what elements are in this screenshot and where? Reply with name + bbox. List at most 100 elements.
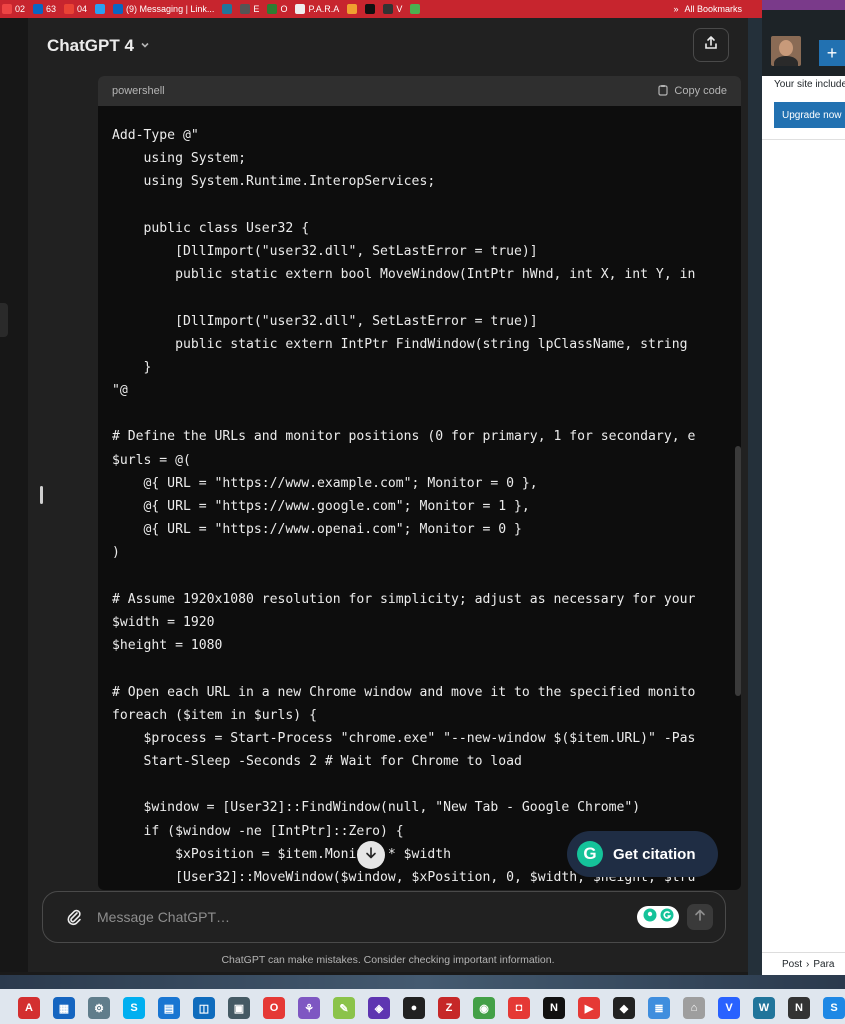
code-line: public static extern bool MoveWindow(Int…	[112, 267, 696, 283]
chevron-down-icon	[140, 40, 150, 53]
grammarly-g-icon	[660, 908, 674, 927]
code-line: @{ URL = "https://www.openai.com"; Monit…	[112, 522, 522, 538]
bookmark-item[interactable]	[410, 4, 421, 14]
bookmark-item[interactable]: P.A.R.A	[295, 4, 339, 14]
notion-icon[interactable]: N	[543, 997, 565, 1019]
clipboard-icon	[657, 84, 669, 99]
bookmark-label: P.A.R.A	[308, 4, 340, 14]
vs-icon[interactable]: V	[718, 997, 740, 1019]
upgrade-button[interactable]: Upgrade now	[774, 102, 845, 128]
linkedin-icon	[113, 4, 124, 14]
arrow-down-icon	[365, 846, 377, 864]
grammarly-icon	[643, 908, 657, 927]
bookmark-item[interactable]: 02	[2, 4, 25, 14]
share-button[interactable]	[693, 28, 729, 62]
plus-icon	[267, 4, 278, 14]
add-new-button[interactable]: +	[819, 40, 845, 66]
message-input[interactable]	[97, 909, 637, 925]
bookmark-item[interactable]: 04	[64, 4, 87, 14]
tab-icon	[240, 4, 251, 14]
bookmarks-bar: 02 63 04 (9) Messaging | Link... E O P.A.R.A V »…	[0, 0, 762, 18]
chrome-icon[interactable]: ◉	[473, 997, 495, 1019]
outlook-icon[interactable]: ◫	[193, 997, 215, 1019]
code-line: $window = [User32]::FindWindow(null, "Ne…	[112, 800, 641, 816]
bookmark-item[interactable]: V	[383, 4, 402, 14]
chat-main: ChatGPT 4 powershell Copy code Add-Type …	[28, 18, 748, 972]
get-citation-button[interactable]: G Get citation	[567, 831, 718, 877]
disclaimer-text: ChatGPT can make mistakes. Consider chec…	[221, 954, 555, 966]
youtube-icon[interactable]: ▶	[578, 997, 600, 1019]
bookmark-item[interactable]: E	[240, 4, 259, 14]
model-selector[interactable]: ChatGPT 4	[47, 36, 150, 56]
send-button[interactable]	[687, 904, 713, 930]
notepad-icon[interactable]: ≣	[648, 997, 670, 1019]
bookmark-item[interactable]	[365, 4, 376, 14]
wp-tab-strip	[762, 0, 845, 10]
notion-icon[interactable]: N	[788, 997, 810, 1019]
settings-icon[interactable]: ⚙	[88, 997, 110, 1019]
breadcrumb-post[interactable]: Post	[782, 959, 802, 970]
bookmark-item[interactable]	[95, 4, 106, 14]
tab-icon	[410, 4, 421, 14]
record-icon[interactable]: ●	[403, 997, 425, 1019]
code-scrollbar[interactable]	[735, 446, 741, 696]
notion-icon	[295, 4, 306, 14]
scroll-to-bottom-button[interactable]	[357, 841, 385, 869]
bookmark-label: 04	[77, 4, 88, 14]
python-icon[interactable]: ⚘	[298, 997, 320, 1019]
paperclip-icon[interactable]	[59, 908, 89, 926]
taskbar-icons: A▦⚙S▤◫▣O⚘✎◈●Z◉◘N▶◆≣⌂VWNSU	[0, 995, 845, 1021]
share-icon	[703, 35, 719, 56]
copy-code-label: Copy code	[674, 85, 727, 97]
skype-icon[interactable]: S	[123, 997, 145, 1019]
breadcrumb: Post › Para	[762, 952, 845, 975]
opera-icon[interactable]: O	[263, 997, 285, 1019]
code-line: # Open each URL in a new Chrome window a…	[112, 684, 696, 700]
code-line: Start-Sleep -Seconds 2 # Wait for Chrome…	[112, 754, 522, 770]
acrobat-icon[interactable]: A	[18, 997, 40, 1019]
bookmark-item[interactable]	[222, 4, 233, 14]
unity-icon[interactable]: ◆	[613, 997, 635, 1019]
bookmark-item[interactable]: (9) Messaging | Link...	[113, 4, 214, 14]
code-line: "@	[112, 383, 128, 399]
copy-code-button[interactable]: Copy code	[657, 84, 727, 99]
skype-business-icon[interactable]: S	[823, 997, 845, 1019]
all-bookmarks-button[interactable]: All Bookmarks	[684, 4, 742, 14]
grammarly-badge[interactable]	[637, 906, 679, 928]
tab-icon	[347, 4, 358, 14]
code-line: [DllImport("user32.dll", SetLastError = …	[112, 243, 538, 259]
more-bookmarks-button[interactable]: »	[673, 4, 678, 14]
store-icon[interactable]: ▦	[53, 997, 75, 1019]
sidebar-rail	[0, 18, 28, 972]
model-name: ChatGPT 4	[47, 36, 134, 55]
breadcrumb-paragraph[interactable]: Para	[813, 959, 834, 970]
window-gap	[748, 18, 762, 975]
code-line: using System.Runtime.InteropServices;	[112, 174, 436, 190]
code-line: [DllImport("user32.dll", SetLastError = …	[112, 313, 538, 329]
paint-icon[interactable]: ✎	[333, 997, 355, 1019]
code-line: @{ URL = "https://www.example.com"; Moni…	[112, 475, 538, 491]
printer-icon[interactable]: ▣	[228, 997, 250, 1019]
filezilla-icon[interactable]: Z	[438, 997, 460, 1019]
avatar[interactable]	[771, 36, 801, 66]
bookmark-item[interactable]	[347, 4, 358, 14]
bookmarks-right: » All Bookmarks	[673, 4, 762, 14]
get-citation-label: Get citation	[613, 845, 696, 863]
resize-grip[interactable]	[40, 486, 43, 504]
sidebar-toggle-handle[interactable]	[0, 303, 8, 337]
code-line: using System;	[112, 151, 247, 167]
code-line: Add-Type @"	[112, 128, 199, 143]
bookmark-item[interactable]: 63	[33, 4, 56, 14]
anydesk-icon[interactable]: ◘	[508, 997, 530, 1019]
monitor-icon[interactable]: ◈	[368, 997, 390, 1019]
wordpress-icon[interactable]: W	[753, 997, 775, 1019]
divider	[762, 139, 845, 140]
bookmark-item[interactable]: O	[267, 4, 287, 14]
desktop-strip	[0, 975, 845, 989]
keyboard-icon[interactable]: ▤	[158, 997, 180, 1019]
clipboard-icon[interactable]: ⌂	[683, 997, 705, 1019]
chat-header: ChatGPT 4	[28, 18, 748, 74]
